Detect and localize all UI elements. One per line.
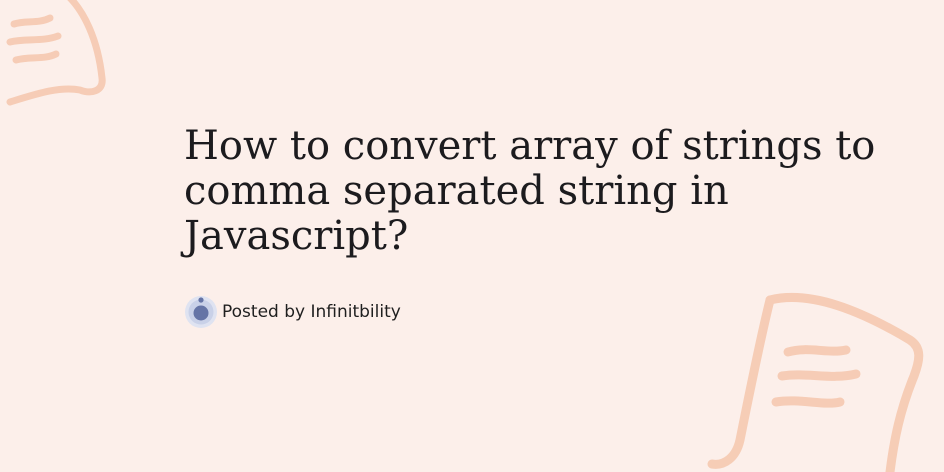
post-title: How to convert array of strings to comma… <box>184 123 876 259</box>
post-byline: Posted by Infinitbility <box>184 294 401 330</box>
author-name: Posted by Infinitbility <box>222 302 401 322</box>
infinitbility-logo-icon <box>185 296 217 328</box>
scroll-doodle-icon <box>6 0 106 106</box>
scroll-doodle-icon <box>707 292 924 472</box>
